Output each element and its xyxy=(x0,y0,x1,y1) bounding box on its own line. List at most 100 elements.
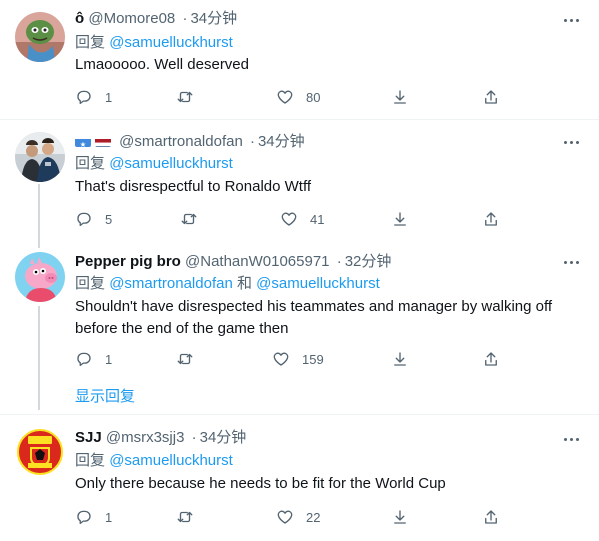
mention-link[interactable]: @smartronaldofan xyxy=(109,275,233,292)
reply-icon xyxy=(77,510,91,525)
share-icon xyxy=(394,212,406,226)
share-icon xyxy=(394,510,406,524)
display-name[interactable]: Pepper pig bro xyxy=(75,253,181,270)
replying-to: 回复 @samuelluckhurst xyxy=(75,154,233,174)
reply-count: 1 xyxy=(105,509,113,525)
retweet-button[interactable] xyxy=(180,209,198,229)
mention-link[interactable]: @samuelluckhurst xyxy=(109,34,233,51)
retweet-button[interactable] xyxy=(176,87,194,107)
more-icon xyxy=(563,18,567,22)
somalia-flag-icon xyxy=(75,136,91,147)
like-count: 80 xyxy=(306,89,321,105)
retweet-button[interactable] xyxy=(176,349,194,369)
share-button[interactable] xyxy=(391,349,409,369)
like-count: 41 xyxy=(310,211,325,227)
user-handle[interactable]: @smartronaldofan xyxy=(119,133,243,150)
netherlands-flag-icon xyxy=(95,136,111,147)
tweet-text: Shouldn't have disrespected his teammate… xyxy=(75,298,553,337)
reply-button[interactable]: 1 xyxy=(75,507,112,527)
reply-count: 1 xyxy=(105,351,113,367)
tweet-header: ô @Momore08 · 34分钟 xyxy=(75,9,237,29)
tweet-header: @smartronaldofan · 34分钟 xyxy=(75,132,305,152)
mention-link[interactable]: @samuelluckhurst xyxy=(109,155,233,172)
retweet-icon xyxy=(177,91,193,103)
separator-dot: · xyxy=(182,10,188,27)
timestamp[interactable]: 34分钟 xyxy=(190,10,237,27)
like-count: 22 xyxy=(306,509,321,525)
like-button[interactable]: 41 xyxy=(280,209,324,229)
timestamp[interactable]: 34分钟 xyxy=(258,133,305,150)
user-handle[interactable]: @msrx3sjj3 xyxy=(106,429,185,446)
replying-to: 回复 @smartronaldofan 和 @samuelluckhurst xyxy=(75,274,380,294)
retweet-button[interactable] xyxy=(176,507,194,527)
like-button[interactable]: 22 xyxy=(276,507,320,527)
upload-button[interactable] xyxy=(482,349,500,369)
tweet-3[interactable]: Pepper pig bro @NathanW01065971 · 32分钟 回复… xyxy=(0,242,599,412)
avatar-smartronaldofan[interactable] xyxy=(15,132,65,182)
share-button[interactable] xyxy=(391,87,409,107)
avatar-nathanw01065971[interactable] xyxy=(15,252,65,302)
show-replies-link[interactable]: 显示回复 xyxy=(75,387,135,407)
upload-button[interactable] xyxy=(482,209,500,229)
upload-button[interactable] xyxy=(482,507,500,527)
display-name[interactable]: ô xyxy=(75,10,84,27)
mention-link[interactable]: @samuelluckhurst xyxy=(109,452,233,469)
thread-line xyxy=(38,242,40,248)
avatar-momore08[interactable] xyxy=(15,12,65,62)
more-options-button[interactable] xyxy=(561,132,581,152)
user-handle[interactable]: @Momore08 xyxy=(88,10,175,27)
retweet-icon xyxy=(177,511,193,523)
reply-prefix: 回复 xyxy=(75,275,106,292)
more-icon xyxy=(563,260,567,264)
reply-count: 5 xyxy=(105,211,113,227)
separator-dot: · xyxy=(191,429,197,446)
more-options-button[interactable] xyxy=(561,252,581,272)
like-icon xyxy=(281,212,297,226)
tweet-4[interactable]: SJJ @msrx3sjj3 · 34分钟 回复 @samuelluckhurst… xyxy=(0,415,599,541)
reply-button[interactable]: 1 xyxy=(75,349,112,369)
tweet-2[interactable]: @smartronaldofan · 34分钟 回复 @samuelluckhur… xyxy=(0,120,599,242)
more-options-button[interactable] xyxy=(561,429,581,449)
replying-to: 回复 @samuelluckhurst xyxy=(75,451,233,471)
like-icon xyxy=(277,90,293,104)
mention-link[interactable]: @samuelluckhurst xyxy=(256,275,380,292)
reply-icon xyxy=(77,212,91,227)
like-icon xyxy=(277,510,293,524)
share-button[interactable] xyxy=(391,209,409,229)
action-bar: 1 80 xyxy=(75,87,505,107)
action-bar: 5 41 xyxy=(75,209,505,229)
display-name[interactable]: SJJ xyxy=(75,429,102,446)
action-bar: 1 159 xyxy=(75,349,505,369)
tweet-text: That's disrespectful to Ronaldo Wtff xyxy=(75,178,312,195)
reply-button[interactable]: 1 xyxy=(75,87,112,107)
tweet-1[interactable]: ô @Momore08 · 34分钟 回复 @samuelluckhurst Lm… xyxy=(0,0,599,118)
upload-icon xyxy=(485,510,497,524)
share-button[interactable] xyxy=(391,507,409,527)
reply-prefix: 回复 xyxy=(75,155,106,172)
more-icon xyxy=(563,140,567,144)
upload-button[interactable] xyxy=(482,87,500,107)
reply-prefix: 回复 xyxy=(75,452,106,469)
avatar-msrx3sjj3[interactable] xyxy=(15,427,65,477)
reply-prefix: 回复 xyxy=(75,34,106,51)
more-options-button[interactable] xyxy=(561,10,581,30)
timestamp[interactable]: 34分钟 xyxy=(200,429,247,446)
reply-count: 1 xyxy=(105,89,113,105)
like-button[interactable]: 80 xyxy=(276,87,320,107)
timestamp[interactable]: 32分钟 xyxy=(345,253,392,270)
separator-dot: · xyxy=(336,253,342,270)
reply-icon xyxy=(77,352,91,367)
replying-to: 回复 @samuelluckhurst xyxy=(75,33,233,53)
thread-line xyxy=(38,184,40,242)
retweet-icon xyxy=(181,213,197,225)
user-handle[interactable]: @NathanW01065971 xyxy=(185,253,330,270)
action-bar: 1 22 xyxy=(75,507,505,527)
reply-button[interactable]: 5 xyxy=(75,209,112,229)
tweet-header: SJJ @msrx3sjj3 · 34分钟 xyxy=(75,428,246,448)
like-icon xyxy=(273,352,289,366)
more-icon xyxy=(563,437,567,441)
tweet-text: Only there because he needs to be fit fo… xyxy=(75,475,446,492)
share-icon xyxy=(394,90,406,104)
like-button[interactable]: 159 xyxy=(272,349,324,369)
upload-icon xyxy=(485,212,497,226)
